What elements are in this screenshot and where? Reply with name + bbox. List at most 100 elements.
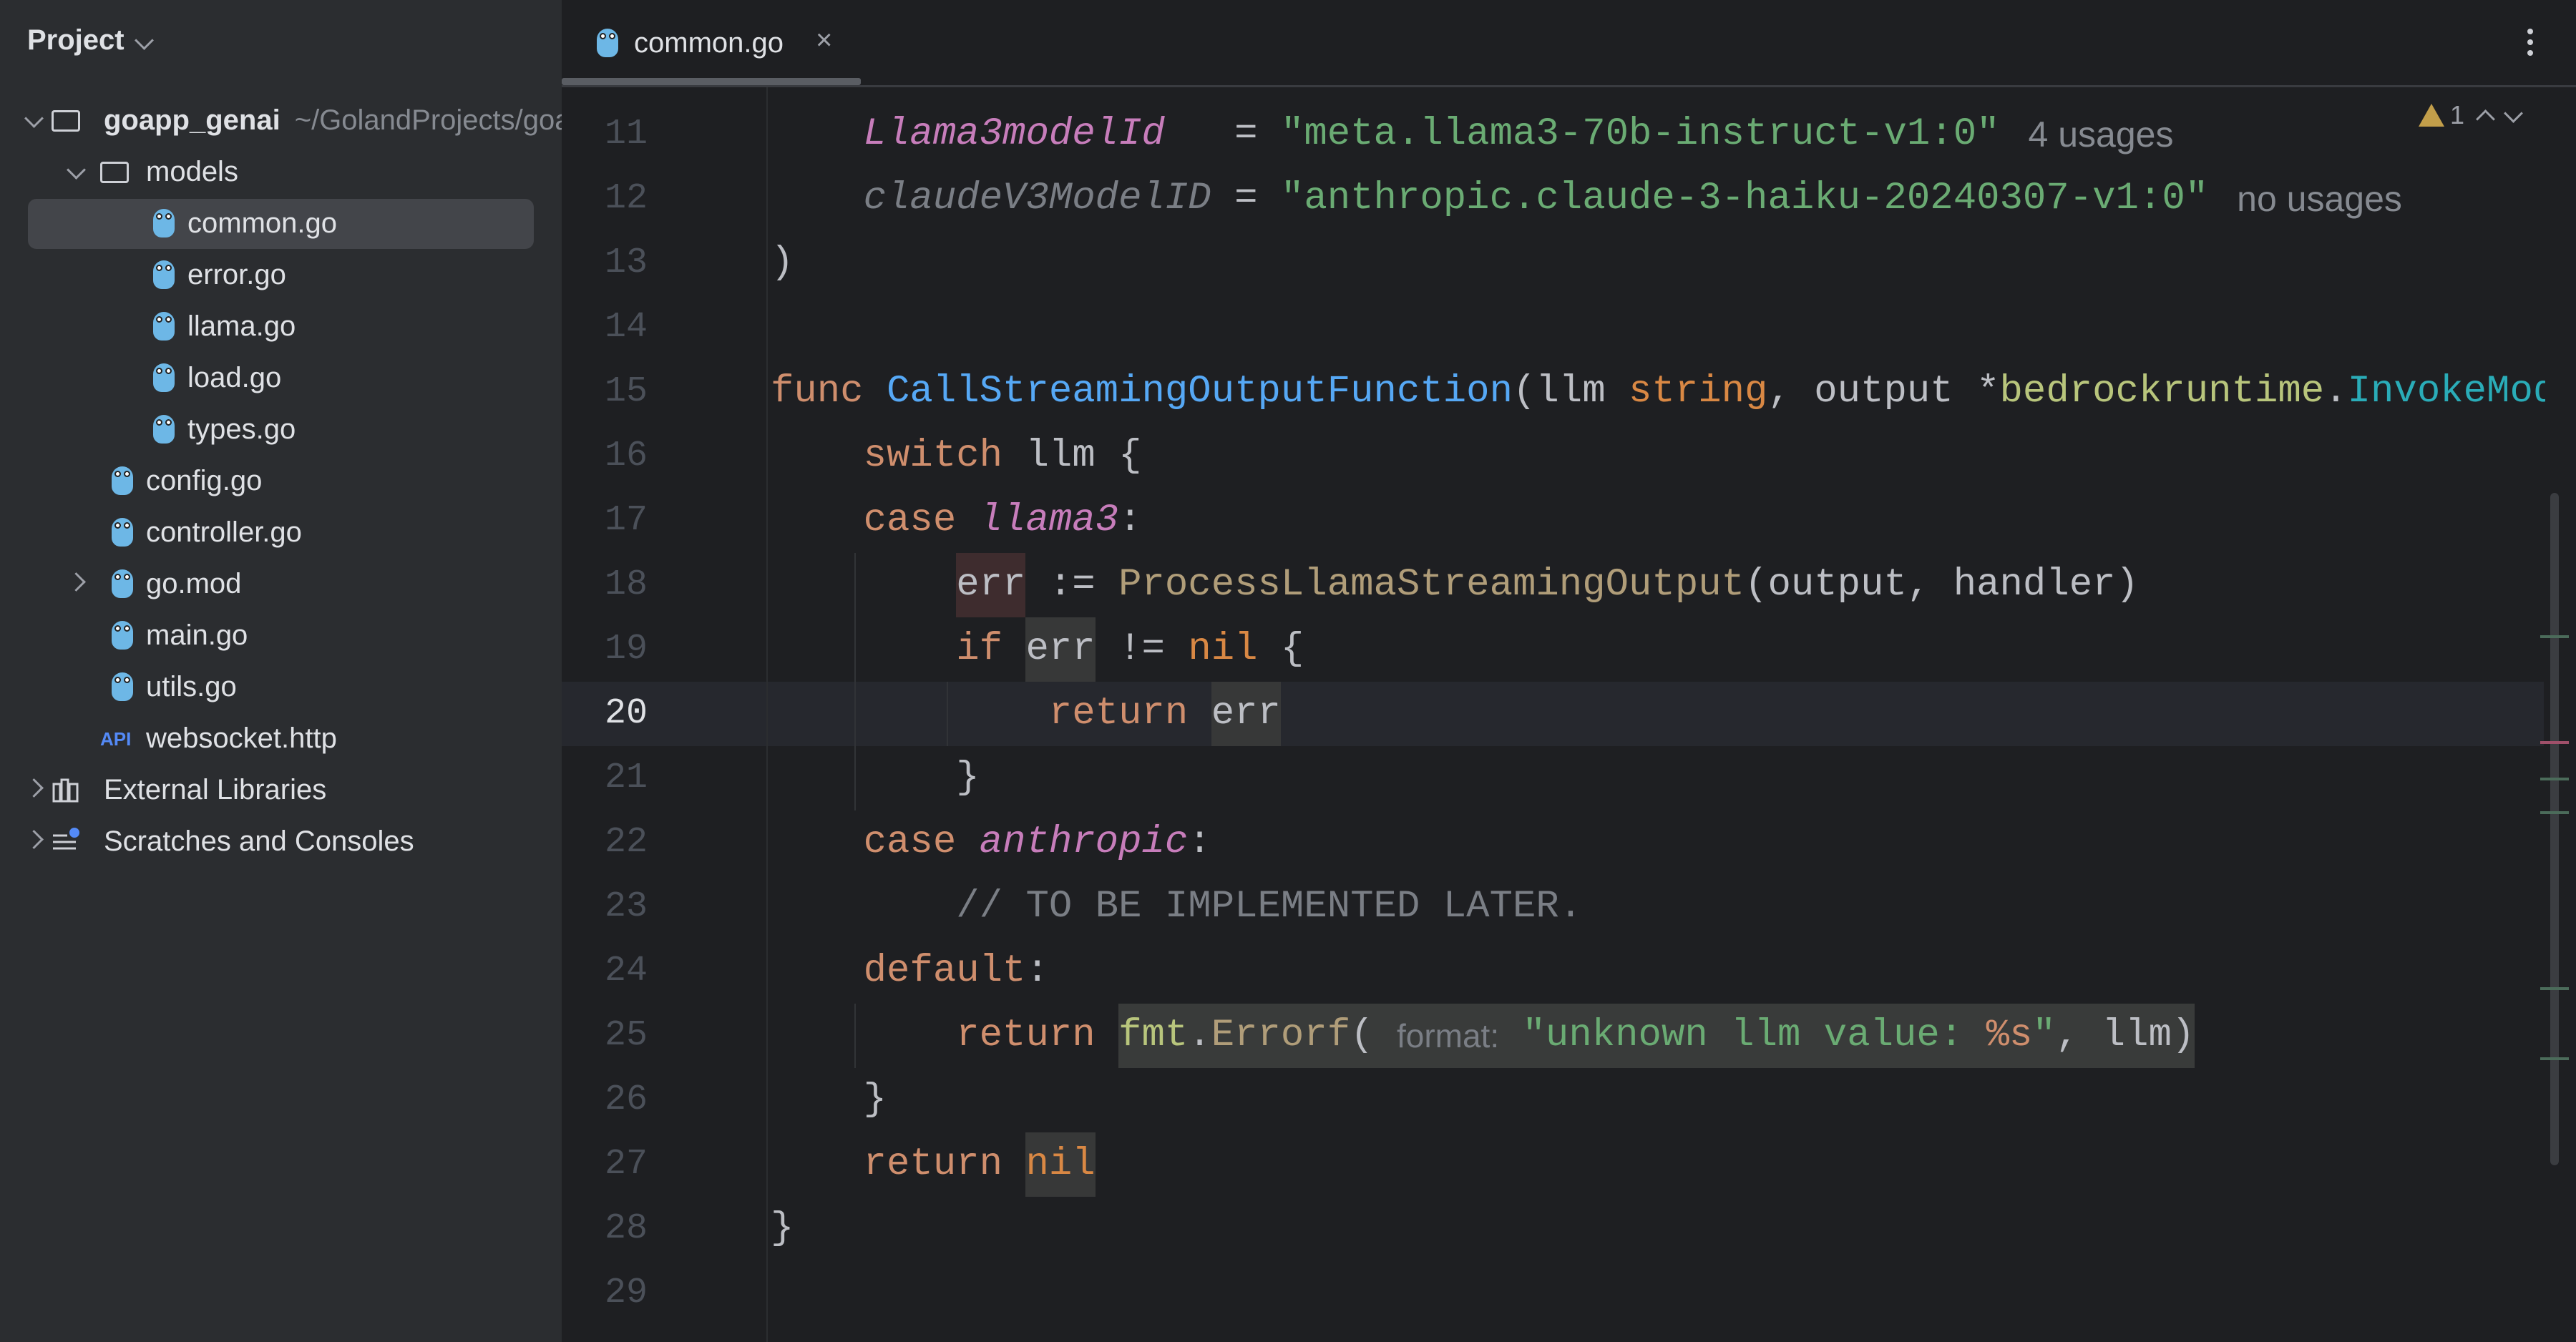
code-line[interactable]: case llama3: [771, 489, 2545, 553]
chevron-right-icon[interactable] [24, 830, 44, 849]
code-token: case [863, 499, 957, 542]
project-path: ~/GolandProjects/goapp_genai [294, 104, 562, 136]
tree-item-load-go[interactable]: load.go [0, 352, 562, 403]
code-line[interactable]: claudeV3ModelID = "anthropic.claude-3-ha… [771, 167, 2545, 231]
code-line[interactable]: return fmt.Errorf( format: "unknown llm … [771, 1004, 2545, 1068]
code-line[interactable] [771, 295, 2545, 360]
code-line[interactable]: ) [771, 231, 2545, 295]
go-file-icon [109, 518, 137, 547]
chevron-right-icon[interactable] [67, 572, 86, 592]
project-sidebar: Project goapp_genai ~/GolandProjects/goap… [0, 0, 562, 1342]
code-token: " [2032, 1004, 2056, 1068]
code-line[interactable]: default: [771, 939, 2545, 1004]
line-number[interactable]: 12 [562, 167, 648, 231]
line-number[interactable]: 18 [562, 553, 648, 617]
code-line[interactable]: // TO BE IMPLEMENTED LATER. [771, 875, 2545, 939]
line-number[interactable]: 17 [562, 489, 648, 553]
warning-count: 1 [2450, 100, 2465, 129]
line-number[interactable]: 25 [562, 1004, 648, 1068]
line-number[interactable]: 14 [562, 295, 648, 360]
next-highlight-icon[interactable] [2504, 103, 2523, 123]
line-number[interactable]: 27 [562, 1132, 648, 1197]
line-number[interactable]: 11 [562, 102, 648, 167]
vertical-scrollbar[interactable] [2550, 493, 2559, 1165]
line-number[interactable]: 29 [562, 1261, 648, 1326]
tree-item-types-go[interactable]: types.go [0, 403, 562, 455]
tree-item-websocket-http[interactable]: API websocket.http [0, 712, 562, 764]
code-line[interactable]: switch llm { [771, 424, 2545, 489]
code-line[interactable]: func CallStreamingOutputFunction(llm str… [771, 360, 2545, 424]
api-icon: API [100, 728, 132, 750]
code-token: switch [863, 434, 1003, 478]
tab-common-go[interactable]: common.go × [562, 0, 861, 85]
scrollbar-marker [2540, 811, 2569, 814]
tree-item-label: goapp_genai [104, 104, 280, 136]
line-number[interactable]: 15 [562, 360, 648, 424]
code-line[interactable]: case anthropic: [771, 810, 2545, 875]
code-token: %s [1986, 1004, 2033, 1068]
code-line[interactable]: Llama3modelId = "meta.llama3-70b-instruc… [771, 102, 2545, 167]
chevron-down-icon[interactable] [67, 160, 86, 180]
close-tab-icon[interactable]: × [816, 24, 832, 57]
line-number[interactable]: 19 [562, 617, 648, 682]
previous-highlight-icon[interactable] [2476, 109, 2495, 129]
tree-item-error-go[interactable]: error.go [0, 249, 562, 300]
code-token: string [1629, 370, 1768, 413]
tree-item-goapp-genai[interactable]: goapp_genai ~/GolandProjects/goapp_genai [0, 94, 562, 146]
code-token: } [771, 1078, 887, 1122]
tree-item-label: models [146, 156, 238, 187]
code-line[interactable]: } [771, 746, 2545, 810]
line-number[interactable]: 28 [562, 1197, 648, 1261]
line-number[interactable]: 20 [562, 682, 648, 746]
tree-item-main-go[interactable]: main.go [0, 609, 562, 661]
line-number[interactable]: 23 [562, 875, 648, 939]
line-number[interactable]: 24 [562, 939, 648, 1004]
code-line[interactable]: } [771, 1068, 2545, 1132]
chevron-down-icon[interactable] [24, 109, 44, 128]
project-view-selector[interactable]: Project [27, 24, 154, 57]
go-file-icon [597, 29, 618, 57]
active-tab-indicator [562, 78, 861, 85]
code-line[interactable]: if err != nil { [771, 617, 2545, 682]
code-token: nil [1188, 627, 1258, 671]
more-options-icon[interactable] [2527, 29, 2533, 61]
go-mod-icon [109, 569, 137, 598]
chevron-right-icon[interactable] [24, 778, 44, 798]
code-token: { [1257, 627, 1304, 671]
line-number[interactable]: 26 [562, 1068, 648, 1132]
code-token: Errorf [1211, 1004, 1351, 1068]
tree-item-go-mod[interactable]: go.mod [0, 558, 562, 609]
line-number[interactable]: 22 [562, 810, 648, 875]
code-token: llama3 [979, 499, 1119, 542]
tree-item-common-go[interactable]: common.go [0, 197, 562, 249]
tree-item-models[interactable]: models [0, 146, 562, 197]
code-line[interactable] [771, 1261, 2545, 1326]
tree-item-llama-go[interactable]: llama.go [0, 300, 562, 352]
code-token: ProcessLlamaStreamingOutput [1118, 563, 1745, 607]
scrollbar-marker [2540, 778, 2569, 780]
code-token: : [1025, 949, 1049, 993]
code-token: func [771, 370, 864, 413]
code-line[interactable]: return nil [771, 1132, 2545, 1197]
code-token: "anthropic.claude-3-haiku-20240307-v1:0" [1280, 177, 2209, 220]
code-line[interactable]: err := ProcessLlamaStreamingOutput(outpu… [771, 553, 2545, 617]
line-number[interactable]: 13 [562, 231, 648, 295]
line-number[interactable]: 16 [562, 424, 648, 489]
code-line[interactable]: return err [771, 682, 2545, 746]
inspection-widget[interactable]: 1 [2419, 100, 2523, 130]
tree-item-utils-go[interactable]: utils.go [0, 661, 562, 712]
code-line[interactable]: } [771, 1197, 2545, 1261]
tree-item-controller-go[interactable]: controller.go [0, 506, 562, 558]
tree-item-label: External Libraries [104, 774, 327, 805]
tree-item-scratches-and-consoles[interactable]: Scratches and Consoles [0, 816, 562, 867]
line-number[interactable]: 21 [562, 746, 648, 810]
tree-item-external-libraries[interactable]: External Libraries [0, 764, 562, 816]
tree-item-config-go[interactable]: config.go [0, 455, 562, 506]
